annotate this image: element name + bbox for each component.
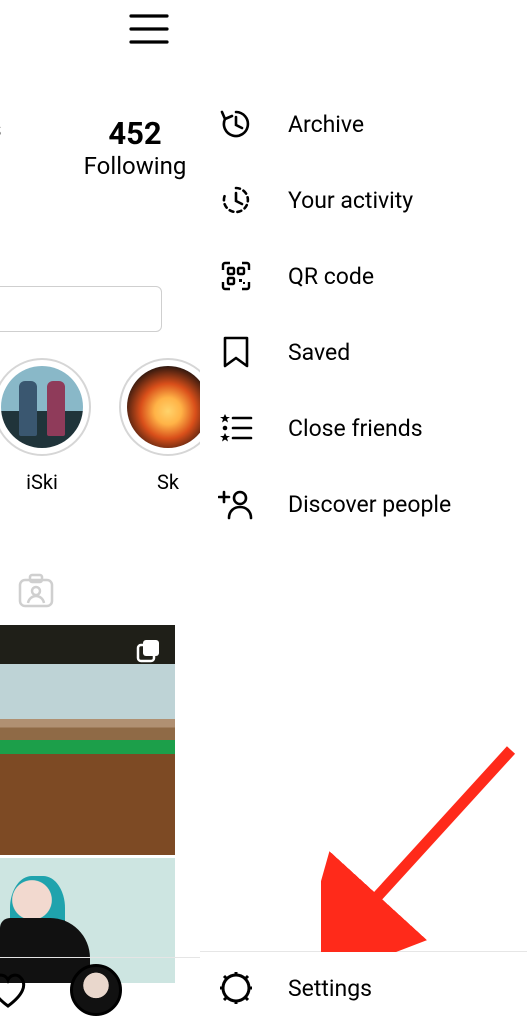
divider (0, 957, 200, 958)
post-thumbnail[interactable] (0, 625, 175, 855)
activity-icon (218, 182, 254, 218)
story-highlight[interactable]: iSki (0, 358, 94, 494)
followers-stat[interactable]: ers (0, 115, 60, 143)
menu-item-label: Discover people (288, 491, 451, 518)
menu-item-qr[interactable]: QR code (200, 238, 527, 314)
menu-item-settings[interactable]: Settings (200, 951, 527, 1024)
qr-icon (218, 258, 254, 294)
discover-icon (218, 486, 254, 522)
saved-icon (218, 334, 254, 370)
archive-icon (218, 106, 254, 142)
menu-item-label: QR code (288, 263, 374, 290)
settings-icon (218, 970, 254, 1006)
hamburger-menu-button[interactable] (128, 12, 170, 46)
story-label: iSki (26, 470, 58, 494)
following-stat[interactable]: 452 Following (60, 115, 210, 180)
following-count: 452 (60, 115, 210, 152)
menu-item-close-friends[interactable]: Close friends (200, 390, 527, 466)
tagged-tab-icon[interactable] (16, 570, 56, 610)
menu-item-archive[interactable]: Archive (200, 86, 527, 162)
followers-label: ers (0, 115, 60, 143)
carousel-icon (135, 637, 163, 665)
story-label: Sk (157, 470, 179, 494)
side-drawer: Archive Your activity (200, 0, 527, 1024)
profile-avatar-nav[interactable] (70, 964, 122, 1016)
menu-item-discover[interactable]: Discover people (200, 466, 527, 542)
edit-profile-button[interactable] (0, 286, 162, 332)
menu-item-label: Close friends (288, 415, 423, 442)
menu-item-label: Your activity (288, 187, 413, 214)
following-label: Following (60, 152, 210, 180)
menu-item-saved[interactable]: Saved (200, 314, 527, 390)
story-thumb (1, 366, 83, 448)
menu-item-label: Saved (288, 339, 350, 366)
activity-heart-icon[interactable] (0, 968, 30, 1012)
menu-item-label: Archive (288, 111, 364, 138)
close-friends-icon (218, 410, 254, 446)
menu-item-label: Settings (288, 975, 372, 1002)
menu-item-activity[interactable]: Your activity (200, 162, 527, 238)
story-thumb (127, 366, 209, 448)
